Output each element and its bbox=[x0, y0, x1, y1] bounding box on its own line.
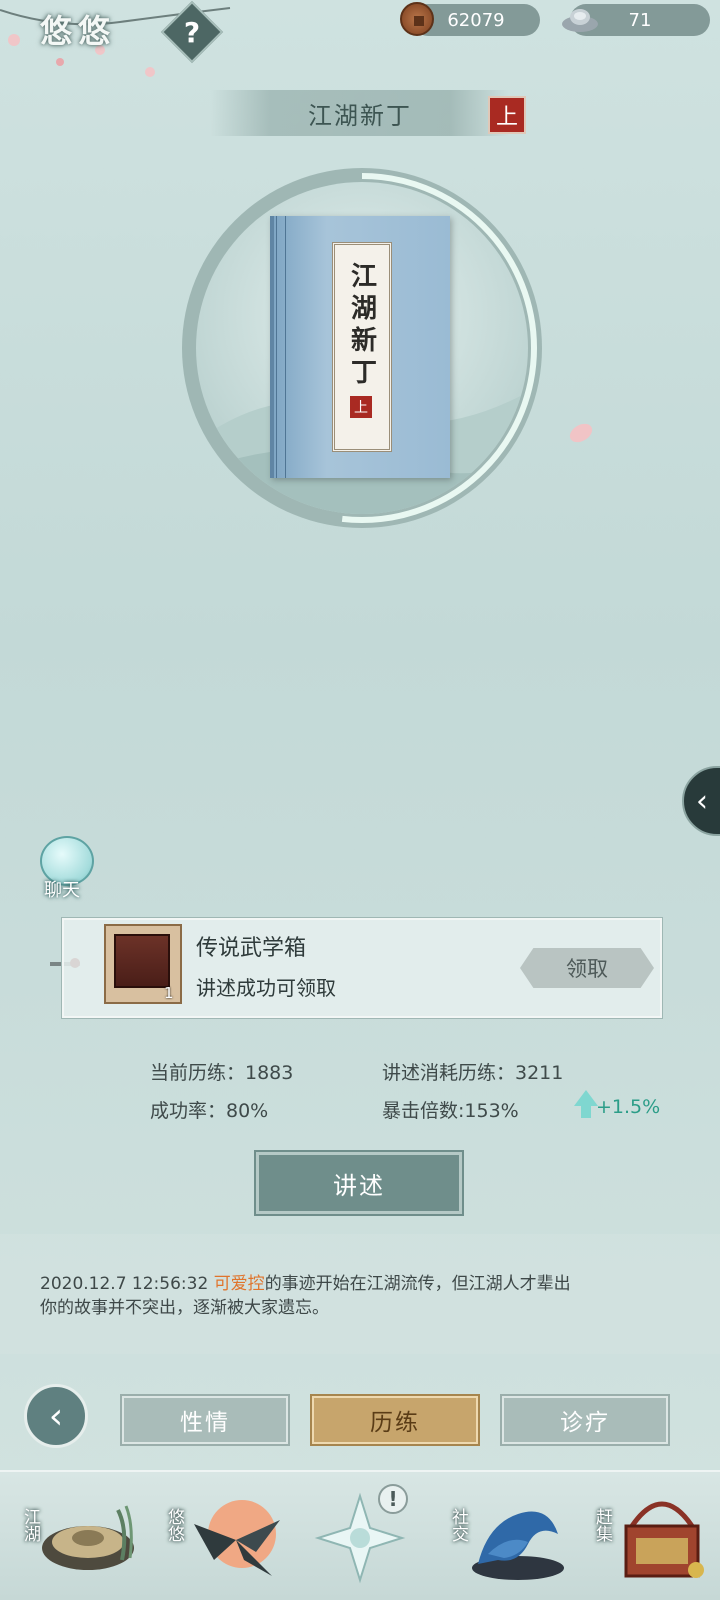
notification-alert-icon: ! bbox=[378, 1484, 408, 1514]
side-panel-toggle[interactable]: ‹ bbox=[682, 766, 720, 836]
hat-icon bbox=[42, 1505, 134, 1570]
nav-social[interactable]: 社交 bbox=[442, 1478, 572, 1594]
book-title-ribbon: 江湖新丁 bbox=[210, 90, 510, 136]
current-exp: 当前历练：1883 bbox=[150, 1062, 294, 1084]
book-title: 江湖新丁 bbox=[308, 101, 412, 130]
nav-jianghu[interactable]: 江湖 bbox=[14, 1478, 144, 1594]
help-icon[interactable]: ? bbox=[170, 10, 214, 54]
up-arrow-stem bbox=[581, 1104, 591, 1118]
reward-count: 1 bbox=[164, 984, 174, 1002]
silver-amount: 71 bbox=[628, 9, 652, 31]
tab-training[interactable]: 历练 bbox=[312, 1396, 478, 1444]
narrate-cost: 讲述消耗历练：3211 bbox=[382, 1062, 564, 1084]
nav-youyou[interactable]: 悠悠 bbox=[158, 1478, 288, 1594]
nav-market-label: 赶集 bbox=[592, 1508, 612, 1542]
log-timestamp: 2020.12.7 12:56:32 bbox=[40, 1274, 209, 1294]
event-log: 2020.12.7 12:56:32 可爱控的事迹开始在江湖流传，但江湖人才辈出… bbox=[40, 1272, 680, 1320]
log-message-1: 的事迹开始在江湖流传，但江湖人才辈出 bbox=[264, 1274, 571, 1294]
log-player-name[interactable]: 可爱控 bbox=[214, 1274, 265, 1294]
crit-multiplier: 暴击倍数:153% bbox=[382, 1100, 519, 1122]
book-binding bbox=[276, 216, 286, 478]
nav-market[interactable]: 赶集 bbox=[586, 1478, 716, 1594]
copper-coin-icon bbox=[400, 2, 434, 36]
chat-label: 聊天 bbox=[44, 880, 80, 901]
silver-ingot-icon bbox=[562, 9, 598, 32]
nav-jianghu-label: 江湖 bbox=[20, 1508, 40, 1542]
book-cover-seal: 上 bbox=[350, 396, 372, 418]
petal-decoration bbox=[569, 423, 593, 443]
player-name: 悠悠 bbox=[40, 12, 117, 50]
volume-seal: 上 bbox=[488, 96, 526, 134]
nav-youyou-label: 悠悠 bbox=[164, 1508, 184, 1542]
claim-button[interactable]: 领取 bbox=[520, 948, 654, 988]
tab-temperament[interactable]: 性情 bbox=[122, 1396, 288, 1444]
narrate-button[interactable]: 讲述 bbox=[256, 1152, 462, 1214]
nav-social-label: 社交 bbox=[448, 1508, 468, 1542]
back-button[interactable]: ‹ bbox=[24, 1384, 88, 1448]
success-rate: 成功率：80% bbox=[150, 1100, 269, 1122]
tab-treatment[interactable]: 诊疗 bbox=[502, 1396, 668, 1444]
martial-chest-icon bbox=[114, 934, 170, 988]
crit-bonus: +1.5% bbox=[596, 1096, 661, 1118]
wave-icon bbox=[472, 1511, 564, 1580]
copper-amount: 62079 bbox=[447, 9, 505, 31]
book-cover-title: 江湖新丁 bbox=[346, 262, 377, 390]
log-message-2: 你的故事并不突出，逐渐被大家遗忘。 bbox=[40, 1298, 329, 1318]
chat-button[interactable]: 聊天 bbox=[30, 832, 100, 902]
back-arrow-icon: ‹ bbox=[48, 1395, 64, 1437]
bird-icon bbox=[194, 1500, 280, 1576]
chevron-left-icon: ‹ bbox=[696, 783, 708, 819]
basket-icon bbox=[624, 1501, 704, 1578]
reward-description: 讲述成功可领取 bbox=[196, 976, 336, 1000]
reward-name: 传说武学箱 bbox=[196, 936, 307, 961]
